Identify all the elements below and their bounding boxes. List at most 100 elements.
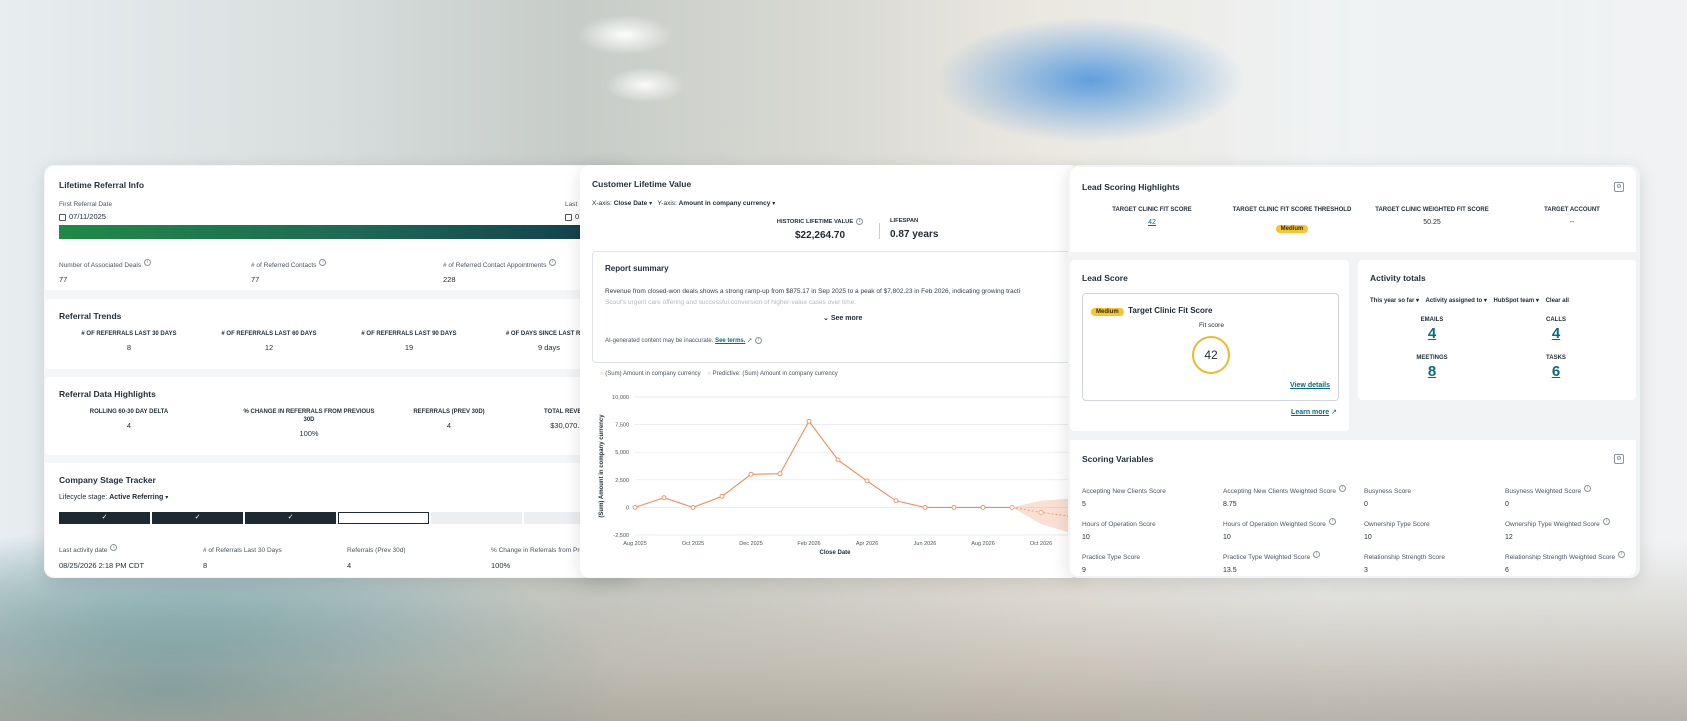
chevron-down-icon: ⌄ [823,315,829,322]
info-icon[interactable]: i [755,337,763,344]
info-icon[interactable]: i [1313,551,1321,559]
x-tick-label: Jun 2026 [914,541,937,547]
referral-highlights-panel: Referral Data Highlights ROLLING 60-30 D… [45,377,633,455]
scoring-value: 13.5 [1223,567,1237,574]
clv-title: Customer Lifetime Value [592,179,692,189]
learn-more-link[interactable]: Learn more ↗ [1291,408,1337,416]
legend-series-2[interactable]: ○ Predictive: (Sum) Amount in company cu… [707,371,837,377]
stage-step-current [338,512,429,524]
tasks-count[interactable]: 6 [1494,363,1618,380]
fit-score-box: Medium Target Clinic Fit Score Fit score… [1082,293,1339,401]
calls-count[interactable]: 4 [1494,325,1618,342]
axis-selectors: X-axis: Close Date ▾ Y-axis: Amount in c… [592,200,775,207]
scoring-variable: Relationship Strength Score 3 [1364,546,1504,574]
scoring-value: 5 [1082,501,1086,508]
scoring-value: 6 [1505,567,1509,574]
filter-team[interactable]: HubSpot team ▾ [1494,298,1539,304]
info-icon[interactable]: i [1584,485,1592,493]
scoring-variables-panel: Scoring Variables ⚙ Accepting New Client… [1070,440,1636,576]
info-icon[interactable]: i [319,259,327,267]
x-tick-label: Oct 2026 [1030,541,1052,547]
trend-item: # OF REFERRALS LAST 30 DAYS 8 [81,331,177,352]
last-referral-label: Last [565,201,578,208]
activity-emails: EMAILS 4 [1370,317,1494,342]
info-icon[interactable]: i [144,259,152,267]
data-point [748,471,754,477]
stage-step-complete: ✓ [245,512,336,524]
activity-filters: This year so far ▾ Activity assigned to … [1370,297,1569,304]
scoring-value: 10 [1082,534,1090,541]
data-point [632,504,638,510]
emails-count[interactable]: 4 [1370,325,1494,342]
scoring-value: 9 [1082,567,1086,574]
referral-card: Lifetime Referral Info First Referral Da… [44,165,634,578]
calendar-icon [565,213,572,221]
referral-trends-panel: Referral Trends # OF REFERRALS LAST 30 D… [45,299,633,369]
scoring-variable: Practice Type Weighted Score i 13.5 [1223,546,1363,574]
scoring-variable: Busyness Weighted Score i 0 [1505,480,1645,508]
info-icon[interactable]: i [110,544,118,552]
see-more-button[interactable]: ⌄ See more [823,314,862,322]
meetings-count[interactable]: 8 [1370,363,1494,380]
highlight-weighted: TARGET CLINIC WEIGHTED FIT SCORE 50.25 [1375,207,1489,226]
info-icon[interactable]: i [856,218,864,225]
scoring-value: 0 [1364,501,1368,508]
scoring-label: Hours of Operation Score [1082,521,1156,528]
first-referral-date: 07/11/2025 [59,212,106,221]
clear-all-button[interactable]: Clear all [1546,298,1569,304]
filter-assigned-to[interactable]: Activity assigned to ▾ [1426,298,1487,304]
scoring-value: 3 [1364,567,1368,574]
tracker-stat: Last activity date i 08/25/2026 2:18 PM CD… [59,544,145,570]
legend-series-1[interactable]: ○ (Sum) Amount in company currency [600,371,701,377]
last-referral-value: 0 [575,212,580,221]
x-tick-label: Oct 2025 [682,541,704,547]
lead-highlights-title: Lead Scoring Highlights [1082,182,1180,192]
medium-badge: Medium [1091,308,1124,316]
data-point [661,495,667,501]
external-link-icon: ↗ [747,338,753,345]
scoring-variable: Accepting New Clients Score 5 [1082,480,1222,508]
info-icon[interactable]: i [549,259,557,267]
lead-scoring-highlights: Lead Scoring Highlights ⚙ TARGET CLINIC … [1070,167,1636,252]
info-icon[interactable]: i [1602,518,1610,526]
scoring-label: Accepting New Clients Weighted Score [1223,488,1336,495]
filter-date-range[interactable]: This year so far ▾ [1370,298,1419,304]
summary-title: Report summary [605,264,669,273]
highlights-title: Referral Data Highlights [59,389,156,399]
info-icon[interactable]: i [1618,551,1626,559]
settings-icon[interactable]: ⚙ [1614,182,1624,192]
x-tick-label: Feb 2026 [797,541,820,547]
scoring-label: Relationship Strength Score [1364,554,1445,561]
referral-timeline-bar [59,225,633,239]
info-icon[interactable]: i [1328,518,1336,526]
scoring-variable: Ownership Type Weighted Score i 12 [1505,513,1645,541]
scoring-label: Busyness Score [1364,488,1411,495]
lead-scoring-card: Lead Scoring Highlights ⚙ TARGET CLINIC … [1068,165,1640,578]
caret-down-icon: ▾ [1416,298,1420,304]
scoring-label: Practice Type Weighted Score [1223,554,1311,561]
legend-marker-icon: ○ [600,371,604,377]
y-axis-select[interactable]: Y-axis: Amount in company currency ▾ [658,200,776,207]
y-tick-label: 10,000 [612,395,629,401]
stage-step-complete: ✓ [59,512,150,524]
settings-icon[interactable]: ⚙ [1614,454,1624,464]
x-axis-select[interactable]: X-axis: Close Date ▾ [592,200,652,207]
lifecycle-stage-select[interactable]: Lifecycle stage: Active Referring ▾ [59,494,168,501]
stage-tracker-panel: Company Stage Tracker Lifecycle stage: A… [45,463,633,577]
scoring-label: Ownership Type Score [1364,521,1430,528]
view-details-link[interactable]: View details [1290,382,1330,389]
y-tick-label: -2,500 [613,533,629,539]
lifetime-value-card: Customer Lifetime Value X-axis: Close Da… [580,165,1080,578]
predictive-band [1012,498,1070,533]
activity-meetings: MEETINGS 8 [1370,355,1494,380]
trends-title: Referral Trends [59,311,122,321]
report-summary: Report summary Revenue from closed-won d… [592,251,1080,363]
series-line [634,420,1012,508]
clv-line-chart: 10,000 7,500 5,000 2,500 0 -2,500 Aug 2025 Oct … [599,395,1080,556]
see-terms-link[interactable]: See terms. [715,338,745,344]
info-icon[interactable]: i [1338,485,1346,493]
calendar-icon [59,213,66,221]
fit-score-link[interactable]: 42 [1082,219,1222,226]
caret-down-icon: ▾ [772,201,776,207]
activity-title: Activity totals [1370,273,1426,283]
